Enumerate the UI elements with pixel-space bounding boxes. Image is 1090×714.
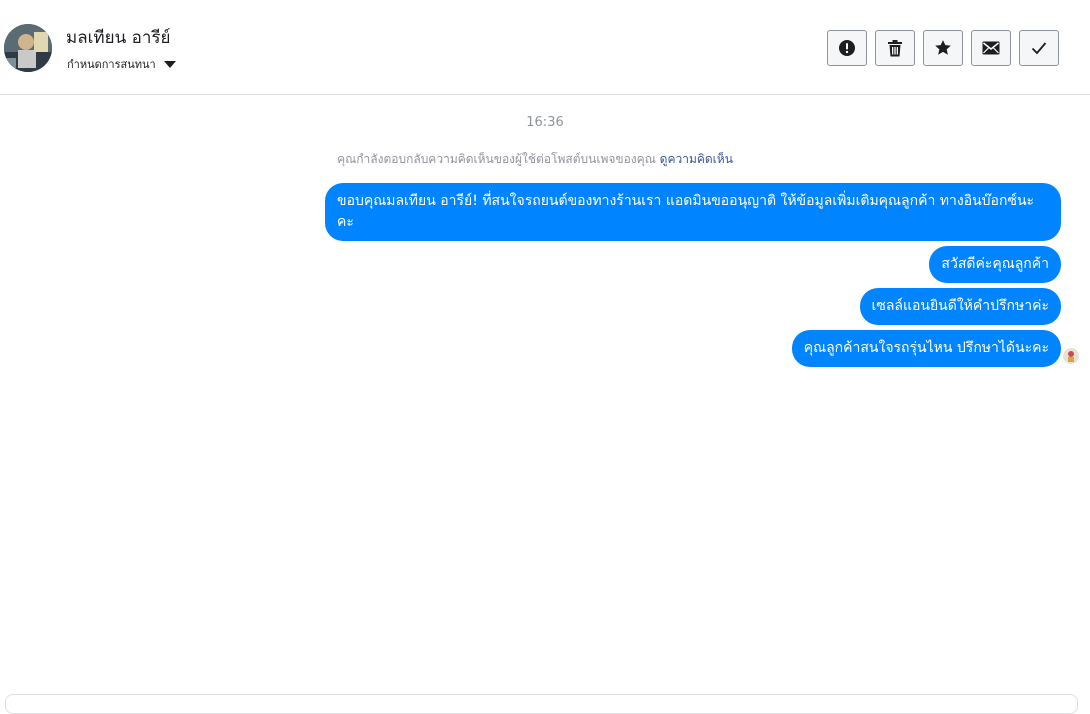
envelope-icon (982, 41, 1000, 55)
exclamation-icon (839, 40, 855, 56)
delete-button[interactable] (875, 30, 915, 66)
report-button[interactable] (827, 30, 867, 66)
outgoing-message[interactable]: สวัสดีค่ะคุณลูกค้า (929, 246, 1061, 283)
conversation-label-dropdown[interactable]: กำหนดการสนทนา (67, 55, 176, 73)
conversation-header: มลเทียน อารีย์ กำหนดการสนทนา (0, 0, 1090, 95)
contact-name: มลเทียน อารีย์ (66, 28, 171, 48)
star-icon (935, 40, 951, 55)
message-composer[interactable] (5, 694, 1078, 714)
message-thread: ขอบคุณมลเทียน อารีย์! ที่สนใจรถยนต์ของทา… (325, 183, 1061, 372)
mark-done-button[interactable] (1019, 30, 1059, 66)
outgoing-message[interactable]: เซลล์แอนยินดีให้คำปรึกษาค่ะ (859, 288, 1061, 325)
context-note-text: คุณกำลังตอบกลับความคิดเห็นของผู้ใช้ต่อโพ… (337, 152, 656, 166)
check-icon (1031, 42, 1047, 55)
view-comment-link[interactable]: ดูความคิดเห็น (660, 152, 733, 166)
caret-down-icon (163, 61, 176, 68)
mark-unread-button[interactable] (971, 30, 1011, 66)
seen-avatar-icon (1063, 348, 1079, 364)
message-timestamp: 16:36 (526, 115, 564, 130)
avatar-photo-icon (4, 24, 52, 72)
context-note: คุณกำลังตอบกลับความคิดเห็นของผู้ใช้ต่อโพ… (0, 150, 1070, 169)
label-select-text: กำหนดการสนทนา (67, 58, 156, 71)
star-button[interactable] (923, 30, 963, 66)
outgoing-message[interactable]: ขอบคุณมลเทียน อารีย์! ที่สนใจรถยนต์ของทา… (325, 183, 1061, 241)
conversation-toolbar (827, 30, 1059, 66)
contact-avatar[interactable] (4, 24, 52, 72)
trash-icon (888, 39, 902, 56)
outgoing-message[interactable]: คุณลูกค้าสนใจรถรุ่นไหน ปรึกษาได้นะคะ (791, 330, 1061, 367)
